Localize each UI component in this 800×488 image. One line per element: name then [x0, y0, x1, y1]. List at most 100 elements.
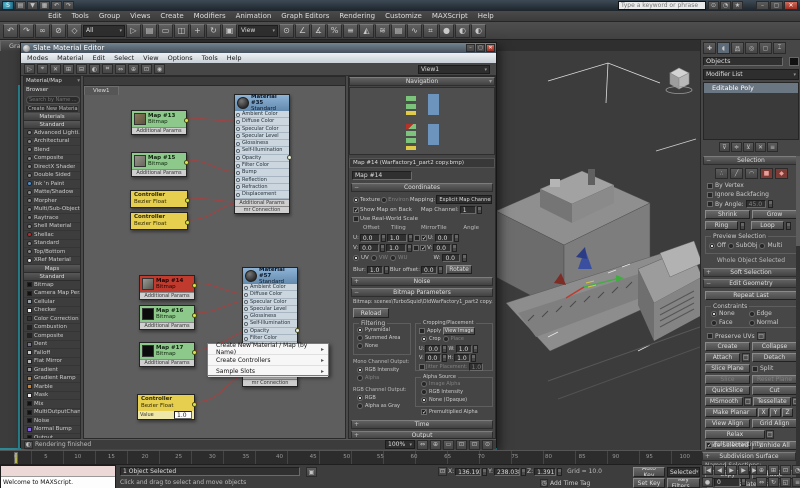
view-image-button[interactable]: View Image	[443, 327, 475, 335]
none-opaque-radio[interactable]	[421, 397, 427, 403]
u-tiling-field[interactable]: 1.0	[387, 234, 407, 242]
add-time-tag[interactable]: Add Time Tag	[550, 480, 590, 487]
controller3-node[interactable]: ControllerBezier Float Value1.0	[137, 394, 195, 420]
jitter-field[interactable]: 1.0	[469, 363, 483, 371]
map-channel-field[interactable]: 1	[460, 206, 476, 214]
browser-item[interactable]: Multi/Sub-Object	[24, 206, 80, 215]
editor-menu-item[interactable]: Edit	[93, 54, 106, 62]
object-name-field[interactable]: Objects	[703, 57, 783, 66]
display-tab-icon[interactable]: ▢	[759, 42, 772, 54]
material57-mr-connection[interactable]: mr Connection	[243, 379, 297, 386]
material-input-slot[interactable]: Self-Illumination	[243, 320, 297, 327]
element-subobject-icon[interactable]: ◆	[775, 168, 788, 179]
material-input-slot[interactable]: Specular Level	[243, 306, 297, 313]
material-input-slot[interactable]: Specular Color	[235, 126, 289, 133]
slot-socket[interactable]	[244, 293, 248, 297]
frame-spinner[interactable]	[741, 478, 746, 486]
zoom-viewport-icon[interactable]: ⊕	[756, 465, 767, 475]
editor-layout-children-icon[interactable]: ⊟	[76, 64, 87, 74]
editor-delete-selected-icon[interactable]: ✕	[50, 64, 61, 74]
slot-socket[interactable]	[244, 307, 248, 311]
browser-item[interactable]: Standard	[24, 240, 80, 249]
play-animation-icon[interactable]: ▶	[726, 465, 737, 475]
modify-tab-icon[interactable]: ◖	[717, 42, 730, 54]
wu-radio[interactable]	[390, 255, 396, 261]
slot-socket[interactable]	[244, 286, 248, 290]
remove-modifier-icon[interactable]: ✕	[755, 142, 766, 152]
schematic-view-icon[interactable]: ⌗	[423, 24, 438, 38]
full-interactivity-checkbox[interactable]	[706, 442, 712, 448]
jitter-checkbox[interactable]	[419, 364, 425, 370]
editor-select-tool-icon[interactable]: ▷	[24, 64, 35, 74]
browser-item[interactable]: Blend	[24, 146, 80, 155]
browser-item[interactable]: Raytrace	[24, 214, 80, 223]
attach-settings-icon[interactable]: □	[742, 353, 750, 362]
pin-stack-icon[interactable]: ⊽	[719, 142, 730, 152]
browser-header[interactable]: Material/Map Browser▾	[24, 77, 80, 86]
constraint-edge-radio[interactable]	[749, 311, 755, 317]
browser-item[interactable]: Color Correction	[24, 315, 80, 324]
material-input-slot[interactable]: Displacement	[235, 191, 289, 198]
z-coordinate-field[interactable]: 1.391	[534, 468, 556, 476]
material-input-slot[interactable]: Specular Color	[243, 299, 297, 306]
browser-item[interactable]: Shellac	[24, 231, 80, 240]
by-angle-spinner[interactable]	[768, 200, 773, 208]
detach-button[interactable]: Detach	[752, 353, 797, 362]
repeat-last-button[interactable]: Repeat Last	[705, 291, 797, 300]
browser-item[interactable]: XRef Material	[24, 257, 80, 266]
material35-mr-connection[interactable]: mr Connection	[235, 206, 289, 213]
editor-pan-tool-icon[interactable]: ⇔	[115, 64, 126, 74]
u-tile-checkbox[interactable]	[421, 235, 427, 241]
image-alpha-radio[interactable]	[421, 381, 427, 387]
browser-group-standard[interactable]: Standard	[24, 121, 80, 129]
editor-view-dropdown[interactable]: View1▾	[418, 65, 490, 74]
rgb-radio[interactable]	[357, 395, 363, 401]
material-input-slot[interactable]: Opacity	[243, 328, 297, 335]
material-input-slot[interactable]: Refraction	[235, 184, 289, 191]
browser-item[interactable]: Flat Mirror	[24, 358, 80, 367]
map-channel-spinner[interactable]	[477, 206, 482, 214]
slate-editor-titlebar[interactable]: Slate Material Editor – ▢ ✕	[21, 43, 496, 53]
blur-offset-field[interactable]: 0.0	[421, 266, 437, 274]
relax-settings-icon[interactable]: □	[766, 430, 774, 439]
crop-u-field[interactable]: 0.0	[425, 345, 441, 353]
time-tag-icon[interactable]: ◷	[540, 479, 548, 487]
key-filters-button[interactable]: Key Filters...	[667, 478, 700, 488]
pan-view-icon[interactable]: ⇔	[756, 477, 767, 487]
editor-layout-all-icon[interactable]: ⊞	[63, 64, 74, 74]
menu-item[interactable]: Graph Editors	[281, 12, 329, 20]
create-tab-icon[interactable]: ✚	[703, 42, 716, 54]
selection-rollout-header[interactable]: −Selection	[703, 156, 799, 165]
map14-output-socket[interactable]	[192, 283, 197, 288]
map14-additional-params[interactable]: Additional Params	[140, 292, 194, 299]
by-vertex-checkbox[interactable]	[707, 183, 713, 189]
controller1-output-socket[interactable]	[185, 198, 190, 203]
status-pan-icon[interactable]: ⇔	[417, 440, 428, 450]
absolute-offset-toggle-icon[interactable]: ⊡	[438, 467, 447, 476]
reload-button[interactable]: Reload	[353, 308, 389, 318]
material-editor-icon[interactable]: ●	[439, 24, 454, 38]
modifier-stack[interactable]: Editable Poly	[703, 82, 799, 140]
browser-item[interactable]: Gradient Ramp	[24, 375, 80, 384]
browser-item[interactable]: Top/Bottom	[24, 248, 80, 257]
editor-menu-item[interactable]: Select	[114, 54, 134, 62]
editor-menu-item[interactable]: Help	[227, 54, 242, 62]
quickslice-button[interactable]: QuickSlice	[705, 386, 750, 395]
hierarchy-tab-icon[interactable]: 品	[731, 42, 744, 54]
search-go-icon[interactable]: ⊙	[708, 1, 719, 10]
slot-socket[interactable]	[236, 142, 240, 146]
status-zoom-extents-icon[interactable]: ⊡	[456, 440, 467, 450]
crop-v-field[interactable]: 0.0	[425, 354, 441, 362]
new-file-icon[interactable]: ▤	[15, 1, 26, 10]
crop-h-field[interactable]: 1.0	[454, 354, 470, 362]
browser-item[interactable]: Falloff	[24, 349, 80, 358]
undo-tool-icon[interactable]: ↶	[3, 24, 18, 38]
percent-snap-icon[interactable]: %	[327, 24, 342, 38]
make-unique-icon[interactable]: ⊻	[743, 142, 754, 152]
undo-icon[interactable]: ↶	[51, 1, 62, 10]
select-object-icon[interactable]: ▷	[126, 24, 141, 38]
map14-node-selected[interactable]: Map #14Bitmap Additional Params	[139, 275, 195, 300]
make-planar-button[interactable]: Make Planar	[705, 408, 757, 417]
slot-socket[interactable]	[236, 171, 240, 175]
map15-output-socket[interactable]	[184, 160, 189, 165]
